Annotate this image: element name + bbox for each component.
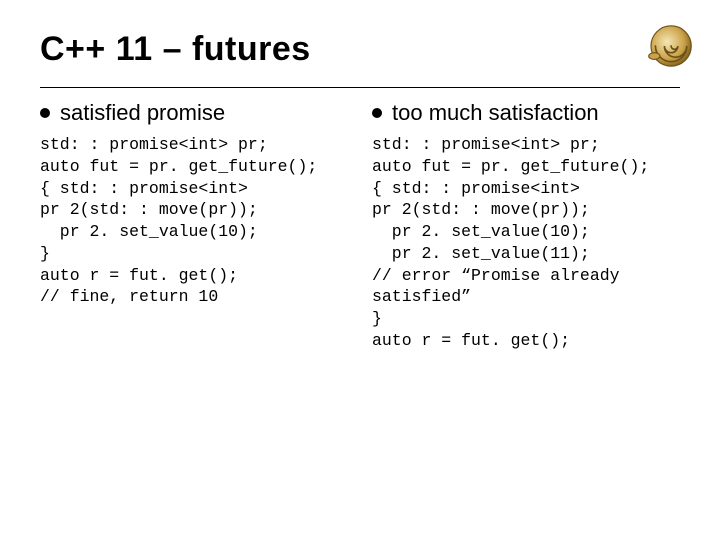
shell-icon <box>642 18 698 74</box>
right-subhead: too much satisfaction <box>372 100 680 126</box>
right-column: too much satisfaction std: : promise<int… <box>372 100 680 352</box>
title-row: C++ 11 – futures <box>40 30 680 69</box>
bullet-icon <box>40 108 50 118</box>
columns: satisfied promise std: : promise<int> pr… <box>40 100 680 352</box>
right-subhead-text: too much satisfaction <box>392 100 599 126</box>
slide: C++ 11 – futures satisfied promise std: … <box>0 0 720 540</box>
right-code-block: std: : promise<int> pr; auto fut = pr. g… <box>372 134 680 352</box>
bullet-icon <box>372 108 382 118</box>
left-subhead-text: satisfied promise <box>60 100 225 126</box>
left-subhead: satisfied promise <box>40 100 348 126</box>
left-column: satisfied promise std: : promise<int> pr… <box>40 100 348 352</box>
left-code-block: std: : promise<int> pr; auto fut = pr. g… <box>40 134 348 308</box>
divider <box>40 87 680 88</box>
slide-title: C++ 11 – futures <box>40 30 680 69</box>
